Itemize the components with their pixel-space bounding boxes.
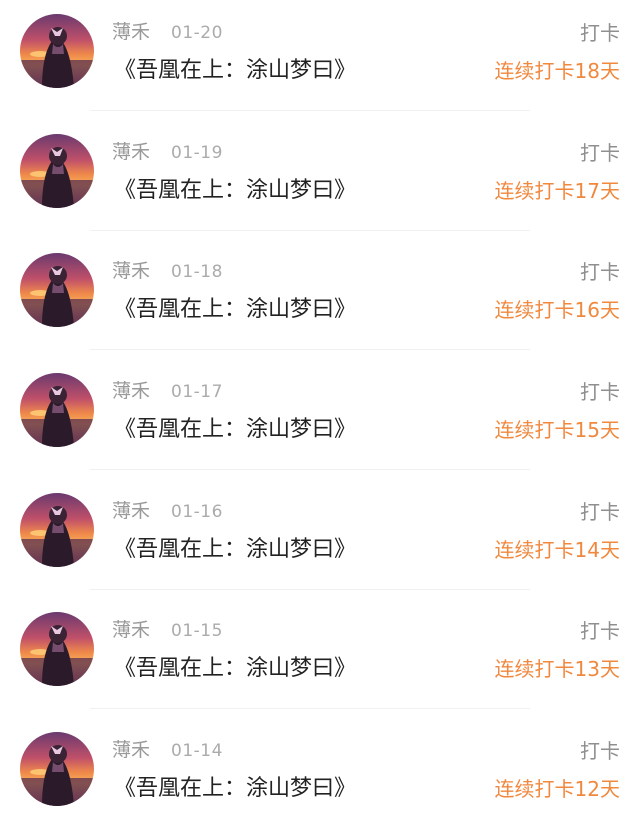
book-title[interactable]: 《吾凰在上：涂山梦曰》 <box>114 176 356 206</box>
username[interactable]: 薄禾 <box>112 259 150 283</box>
checkin-date: 01-15 <box>171 621 223 641</box>
sunset-portrait-avatar-icon[interactable] <box>20 14 94 88</box>
checkin-date: 01-18 <box>171 262 223 282</box>
sunset-portrait-avatar-icon[interactable] <box>20 134 94 208</box>
sunset-portrait-avatar-icon[interactable] <box>20 373 94 447</box>
checkin-type-label: 打卡 <box>580 21 620 45</box>
checkin-type-label: 打卡 <box>580 619 620 643</box>
book-title[interactable]: 《吾凰在上：涂山梦曰》 <box>114 295 356 325</box>
streak-count: 连续打卡15天 <box>494 418 620 442</box>
username[interactable]: 薄禾 <box>112 20 150 44</box>
username[interactable]: 薄禾 <box>112 738 150 762</box>
streak-count: 连续打卡18天 <box>494 59 620 83</box>
row-divider <box>90 589 530 590</box>
row-divider <box>90 110 530 111</box>
row-divider <box>90 349 530 350</box>
checkin-type-label: 打卡 <box>580 739 620 763</box>
checkin-type-label: 打卡 <box>580 500 620 524</box>
sunset-portrait-avatar-icon[interactable] <box>20 253 94 327</box>
sunset-portrait-avatar-icon[interactable] <box>20 493 94 567</box>
checkin-entry[interactable]: 薄禾 01-16 《吾凰在上：涂山梦曰》 打卡 连续打卡14天 <box>0 479 640 599</box>
streak-count: 连续打卡13天 <box>494 657 620 681</box>
checkin-date: 01-19 <box>171 143 223 163</box>
streak-count: 连续打卡12天 <box>494 777 620 801</box>
checkin-entry[interactable]: 薄禾 01-17 《吾凰在上：涂山梦曰》 打卡 连续打卡15天 <box>0 359 640 479</box>
checkin-entry[interactable]: 薄禾 01-14 《吾凰在上：涂山梦曰》 打卡 连续打卡12天 <box>0 718 640 838</box>
book-title[interactable]: 《吾凰在上：涂山梦曰》 <box>114 774 356 804</box>
book-title[interactable]: 《吾凰在上：涂山梦曰》 <box>114 415 356 445</box>
row-divider <box>90 469 530 470</box>
checkin-feed: 薄禾 01-20 《吾凰在上：涂山梦曰》 打卡 连续打卡18天 薄禾 01-19… <box>0 0 640 836</box>
username[interactable]: 薄禾 <box>112 499 150 523</box>
streak-count: 连续打卡14天 <box>494 538 620 562</box>
sunset-portrait-avatar-icon[interactable] <box>20 612 94 686</box>
checkin-date: 01-17 <box>171 382 223 402</box>
row-divider <box>90 708 530 709</box>
streak-count: 连续打卡16天 <box>494 298 620 322</box>
username[interactable]: 薄禾 <box>112 379 150 403</box>
book-title[interactable]: 《吾凰在上：涂山梦曰》 <box>114 56 356 86</box>
username[interactable]: 薄禾 <box>112 140 150 164</box>
book-title[interactable]: 《吾凰在上：涂山梦曰》 <box>114 654 356 684</box>
checkin-entry[interactable]: 薄禾 01-18 《吾凰在上：涂山梦曰》 打卡 连续打卡16天 <box>0 239 640 359</box>
checkin-type-label: 打卡 <box>580 260 620 284</box>
checkin-date: 01-20 <box>171 23 223 43</box>
streak-count: 连续打卡17天 <box>494 179 620 203</box>
username[interactable]: 薄禾 <box>112 618 150 642</box>
checkin-date: 01-16 <box>171 502 223 522</box>
checkin-entry[interactable]: 薄禾 01-15 《吾凰在上：涂山梦曰》 打卡 连续打卡13天 <box>0 598 640 718</box>
row-divider <box>90 230 530 231</box>
checkin-type-label: 打卡 <box>580 141 620 165</box>
checkin-type-label: 打卡 <box>580 380 620 404</box>
sunset-portrait-avatar-icon[interactable] <box>20 732 94 806</box>
book-title[interactable]: 《吾凰在上：涂山梦曰》 <box>114 535 356 565</box>
checkin-date: 01-14 <box>171 741 223 761</box>
checkin-entry[interactable]: 薄禾 01-20 《吾凰在上：涂山梦曰》 打卡 连续打卡18天 <box>0 0 640 120</box>
checkin-entry[interactable]: 薄禾 01-19 《吾凰在上：涂山梦曰》 打卡 连续打卡17天 <box>0 120 640 240</box>
